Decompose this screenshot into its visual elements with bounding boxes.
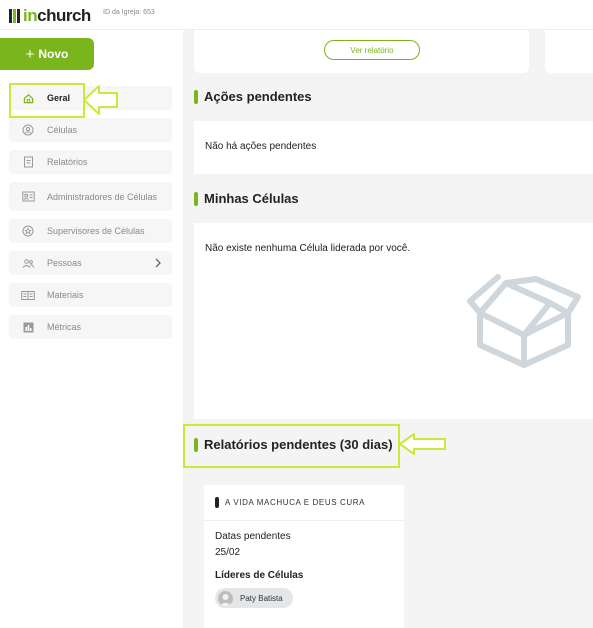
- main-content: Ver relatório Ações pendentes Não há açõ…: [183, 30, 593, 628]
- star-badge-icon: [21, 224, 35, 238]
- sidebar-item-label: Métricas: [47, 322, 82, 332]
- leaders-label: Líderes de Células: [215, 570, 304, 581]
- section-title-minhas-celulas: Minhas Células: [194, 191, 299, 206]
- leader-name: Paty Batista: [240, 593, 283, 603]
- acoes-card: Não há ações pendentes: [194, 121, 593, 174]
- highlight-arrow-left-icon: [399, 433, 446, 455]
- relatorio-pending-card[interactable]: A VIDA MACHUCA E DEUS CURA Datas pendent…: [204, 485, 404, 628]
- sidebar: + Novo Geral Células Relatórios Administ…: [0, 30, 183, 628]
- sidebar-item-administradores[interactable]: Administradores de Células: [9, 182, 172, 211]
- sidebar-item-relatorios[interactable]: Relatórios: [9, 150, 172, 174]
- acoes-empty-message: Não há ações pendentes: [205, 141, 317, 152]
- ver-relatorio-button[interactable]: Ver relatório: [324, 40, 420, 60]
- summary-card-secondary: [545, 30, 593, 73]
- sidebar-item-supervisores[interactable]: Supervisores de Células: [9, 219, 172, 243]
- top-bar: inchurch ID da Igreja: 653: [0, 0, 593, 30]
- pending-date: 25/02: [215, 547, 241, 558]
- section-accent-bar: [194, 191, 198, 206]
- plus-icon: +: [25, 45, 35, 63]
- section-title-text: Ações pendentes: [204, 89, 312, 104]
- new-button[interactable]: + Novo: [0, 38, 94, 70]
- sidebar-item-label: Pessoas: [47, 258, 82, 268]
- leader-chip[interactable]: Paty Batista: [215, 588, 293, 608]
- book-icon: [21, 288, 35, 302]
- page: inchurch ID da Igreja: 653 + Novo Geral …: [0, 0, 593, 628]
- new-button-label: Novo: [38, 47, 69, 61]
- sidebar-item-label: Células: [47, 125, 78, 135]
- cell-name: A VIDA MACHUCA E DEUS CURA: [225, 498, 366, 507]
- highlight-arrow-left-icon: [83, 85, 118, 115]
- people-icon: [21, 256, 35, 270]
- sidebar-item-label: Materiais: [47, 290, 84, 300]
- avatar: [218, 590, 233, 606]
- app-logo[interactable]: inchurch: [9, 6, 91, 26]
- sidebar-item-metricas[interactable]: Métricas: [9, 315, 172, 339]
- document-icon: [21, 155, 35, 169]
- summary-card: Ver relatório: [194, 30, 529, 73]
- relatorio-card-header: A VIDA MACHUCA E DEUS CURA: [204, 485, 404, 521]
- logo-mark-icon: [9, 9, 21, 23]
- logo-text: inchurch: [23, 6, 91, 25]
- sidebar-item-label: Supervisores de Células: [47, 226, 145, 236]
- section-title-acoes: Ações pendentes: [194, 89, 312, 104]
- minhas-celulas-empty-message: Não existe nenhuma Célula liderada por v…: [205, 243, 411, 254]
- section-title-text: Minhas Células: [204, 191, 299, 206]
- cell-color-indicator: [215, 497, 219, 508]
- id-card-icon: [21, 190, 35, 204]
- sidebar-item-celulas[interactable]: Células: [9, 118, 172, 142]
- highlight-box-relatorios: [183, 424, 400, 468]
- church-id: ID da Igreja: 653: [103, 9, 155, 16]
- minhas-celulas-card: Não existe nenhuma Célula liderada por v…: [194, 223, 593, 419]
- highlight-box-geral: [9, 83, 85, 118]
- sidebar-item-materiais[interactable]: Materiais: [9, 283, 172, 307]
- sidebar-menu: Geral Células Relatórios Administradores…: [9, 86, 172, 347]
- sidebar-item-pessoas[interactable]: Pessoas: [9, 251, 172, 275]
- section-accent-bar: [194, 89, 198, 104]
- dates-pending-label: Datas pendentes: [215, 531, 291, 542]
- empty-box-icon: [467, 274, 581, 368]
- location-pin-icon: [21, 123, 35, 137]
- chevron-right-icon[interactable]: [154, 257, 162, 271]
- sidebar-item-label: Administradores de Células: [47, 191, 158, 202]
- bar-chart-icon: [21, 320, 35, 334]
- sidebar-item-label: Relatórios: [47, 157, 88, 167]
